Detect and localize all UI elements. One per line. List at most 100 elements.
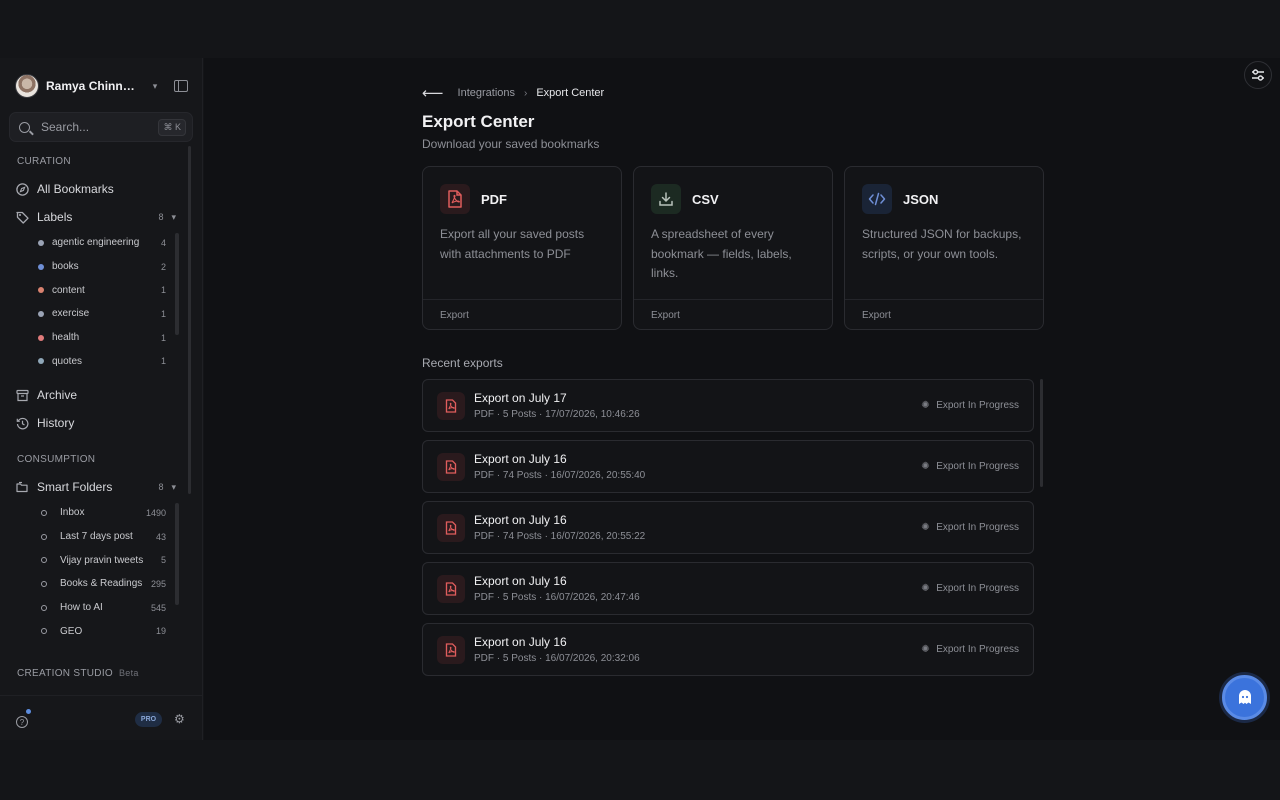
spinner-icon: ✺: [921, 460, 930, 472]
label-color-dot: [38, 358, 44, 365]
card-description: A spreadsheet of every bookmark — fields…: [651, 227, 792, 280]
chevron-down-icon[interactable]: ▾: [171, 212, 176, 223]
export-title: Export on July 16: [474, 635, 567, 649]
help-icon[interactable]: ?: [16, 716, 28, 728]
breadcrumb-current: Export Center: [536, 87, 605, 99]
search-shortcut: ⌘ K: [158, 118, 186, 136]
export-row[interactable]: Export on July 16 PDF · 74 Posts · 16/07…: [422, 501, 1034, 554]
label-color-dot: [38, 310, 44, 317]
sidebar-scrollbar[interactable]: [188, 146, 191, 494]
beta-badge: Beta: [118, 668, 139, 678]
export-row[interactable]: Export on July 17 PDF · 5 Posts · 17/07/…: [422, 379, 1034, 432]
export-title: Export on July 16: [474, 574, 567, 588]
label-color-dot: [38, 239, 44, 246]
export-card-csv[interactable]: CSV A spreadsheet of every bookmark — fi…: [633, 166, 833, 330]
sidebar-item-smart-folders[interactable]: Smart Folders 8 ▾: [16, 478, 176, 496]
code-icon: [862, 184, 892, 214]
folder-ring-icon: [41, 509, 47, 516]
main-content: ⟵ Integrations › Export Center Export Ce…: [204, 58, 1280, 740]
app-window: Ramya Chinnadurai ▾ Search... ⌘ K CURATI…: [0, 58, 1280, 740]
user-name[interactable]: Ramya Chinnadurai: [46, 79, 140, 93]
compass-icon: [16, 182, 29, 196]
back-arrow-icon[interactable]: ⟵: [422, 84, 444, 102]
recent-exports-heading: Recent exports: [422, 356, 503, 370]
folder-ring-icon: [41, 604, 47, 611]
export-meta: PDF · 5 Posts · 16/07/2026, 20:47:46: [474, 592, 640, 603]
breadcrumb: ⟵ Integrations › Export Center: [422, 84, 604, 102]
export-meta: PDF · 74 Posts · 16/07/2026, 20:55:40: [474, 470, 646, 481]
card-title: JSON: [903, 192, 939, 207]
export-button[interactable]: Export: [423, 299, 621, 331]
label-item[interactable]: books 2: [38, 255, 166, 279]
folder-item[interactable]: How to AI 545: [38, 596, 166, 620]
search-placeholder[interactable]: Search...: [41, 120, 158, 134]
page-subtitle: Download your saved bookmarks: [422, 137, 600, 151]
label-list: agentic engineering 4 books 2 content 1 exe…: [38, 231, 166, 373]
export-row[interactable]: Export on July 16 PDF · 5 Posts · 16/07/…: [422, 623, 1034, 676]
label-item[interactable]: exercise 1: [38, 302, 166, 326]
export-row[interactable]: Export on July 16 PDF · 74 Posts · 16/07…: [422, 440, 1034, 493]
sidebar-item-archive[interactable]: Archive: [16, 386, 176, 404]
export-meta: PDF · 5 Posts · 17/07/2026, 10:46:26: [474, 409, 640, 420]
label-item[interactable]: health 1: [38, 326, 166, 350]
tag-icon: [16, 211, 29, 224]
export-button[interactable]: Export: [845, 299, 1043, 331]
filter-settings-button[interactable]: [1244, 61, 1272, 89]
sidebar-item-label: Labels: [37, 210, 73, 224]
export-title: Export on July 16: [474, 513, 567, 527]
gear-icon[interactable]: ⚙: [174, 713, 186, 725]
label-item[interactable]: content 1: [38, 278, 166, 302]
chevron-right-icon: ›: [524, 87, 528, 99]
label-color-dot: [38, 287, 44, 294]
export-card-pdf[interactable]: PDF Export all your saved posts with att…: [422, 166, 622, 330]
label-item[interactable]: quotes 1: [38, 349, 166, 373]
pdf-file-icon: [437, 575, 465, 603]
spinner-icon: ✺: [921, 399, 930, 411]
sidebar-item-history[interactable]: History: [16, 414, 176, 432]
sidebar-item-labels[interactable]: Labels 8 ▾: [16, 208, 176, 226]
folder-item[interactable]: Books & Readings 295: [38, 572, 166, 596]
labels-scrollbar[interactable]: [175, 233, 179, 335]
pdf-file-icon: [437, 453, 465, 481]
pro-badge[interactable]: PRO: [135, 712, 162, 727]
label-color-dot: [38, 334, 44, 341]
spinner-icon: ✺: [921, 582, 930, 594]
export-button[interactable]: Export: [634, 299, 832, 331]
user-menu[interactable]: Ramya Chinnadurai ▾: [15, 74, 190, 98]
folder-item[interactable]: Last 7 days post 43: [38, 525, 166, 549]
search-input[interactable]: Search... ⌘ K: [9, 112, 193, 142]
breadcrumb-parent[interactable]: Integrations: [458, 87, 515, 99]
exports-scrollbar[interactable]: [1040, 379, 1043, 487]
section-label-creation-studio: CREATION STUDIO Beta: [17, 668, 139, 679]
card-title: PDF: [481, 192, 507, 207]
export-format-cards: PDF Export all your saved posts with att…: [422, 166, 1044, 330]
section-label-curation: CURATION: [17, 156, 71, 167]
label-color-dot: [38, 263, 44, 270]
folder-ring-icon: [41, 557, 47, 564]
folder-item[interactable]: Inbox 1490: [38, 501, 166, 525]
chevron-down-icon[interactable]: ▾: [171, 482, 176, 493]
sidebar-item-all-bookmarks[interactable]: All Bookmarks: [16, 180, 176, 198]
card-title: CSV: [692, 192, 719, 207]
folders-scrollbar[interactable]: [175, 503, 179, 605]
folder-item[interactable]: Vijay pravin tweets 5: [38, 548, 166, 572]
export-status: ✺ Export In Progress: [921, 460, 1019, 472]
export-title: Export on July 17: [474, 391, 567, 405]
label-item[interactable]: agentic engineering 4: [38, 231, 166, 255]
recent-exports-list: Export on July 17 PDF · 5 Posts · 17/07/…: [422, 379, 1034, 684]
card-description: Export all your saved posts with attachm…: [440, 227, 585, 261]
labels-count: 8: [158, 212, 164, 222]
search-icon: [19, 121, 30, 133]
archive-icon: [16, 389, 29, 402]
section-label-consumption: CONSUMPTION: [17, 454, 96, 465]
export-row[interactable]: Export on July 16 PDF · 5 Posts · 16/07/…: [422, 562, 1034, 615]
export-card-json[interactable]: JSON Structured JSON for backups, script…: [844, 166, 1044, 330]
assistant-chat-button[interactable]: [1222, 675, 1267, 720]
folder-item[interactable]: GEO 19: [38, 619, 166, 643]
avatar[interactable]: [15, 74, 39, 98]
spinner-icon: ✺: [921, 643, 930, 655]
pdf-file-icon: [437, 392, 465, 420]
sidebar-toggle-icon[interactable]: [174, 80, 188, 92]
chevron-down-icon[interactable]: ▾: [150, 81, 160, 91]
history-icon: [16, 417, 29, 430]
